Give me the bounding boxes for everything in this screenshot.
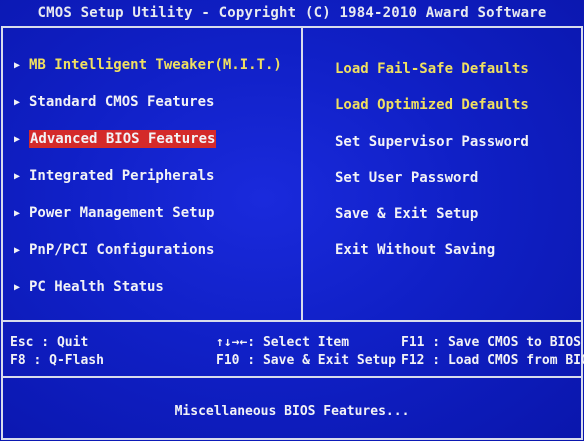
menu-bottom-divider xyxy=(1,320,583,322)
help-key-select: ↑↓→←: Select Item xyxy=(216,335,350,350)
bios-screen: CMOS Setup Utility - Copyright (C) 1984-… xyxy=(0,0,584,441)
menu-item-integrated-peripherals[interactable]: ▶ Integrated Peripherals xyxy=(14,166,216,186)
menu-item-label: Integrated Peripherals xyxy=(29,168,215,184)
menu-item-pc-health[interactable]: ▶ PC Health Status xyxy=(14,277,166,297)
menu-item-save-exit[interactable]: Save & Exit Setup xyxy=(335,204,478,224)
help-key-f10: F10 : Save & Exit Setup xyxy=(216,353,397,368)
arrow-right-icon: ▶ xyxy=(14,245,21,256)
help-key-f11: F11 : Save CMOS to BIOS xyxy=(401,335,582,350)
menu-item-advanced-bios[interactable]: ▶ Advanced BIOS Features xyxy=(14,129,218,149)
menu-item-label: PnP/PCI Configurations xyxy=(29,242,215,258)
status-description: Miscellaneous BIOS Features... xyxy=(174,404,410,419)
menu-item-label: MB Intelligent Tweaker(M.I.T.) xyxy=(29,57,282,73)
menu-item-set-supervisor-password[interactable]: Set Supervisor Password xyxy=(335,132,529,152)
menu-item-label: Power Management Setup xyxy=(29,205,215,221)
help-key-f8: F8 : Q-Flash xyxy=(10,353,104,368)
arrow-right-icon: ▶ xyxy=(14,171,21,182)
help-bottom-divider xyxy=(1,376,583,378)
menu-item-load-fail-safe[interactable]: Load Fail-Safe Defaults xyxy=(335,59,529,79)
menu-item-load-optimized[interactable]: Load Optimized Defaults xyxy=(335,95,529,115)
arrow-right-icon: ▶ xyxy=(14,134,21,145)
arrow-right-icon: ▶ xyxy=(14,97,21,108)
menu-item-set-user-password[interactable]: Set User Password xyxy=(335,168,478,188)
arrow-right-icon: ▶ xyxy=(14,60,21,71)
arrow-right-icon: ▶ xyxy=(14,208,21,219)
column-divider xyxy=(301,28,303,322)
menu-item-power-management[interactable]: ▶ Power Management Setup xyxy=(14,203,216,223)
arrow-right-icon: ▶ xyxy=(14,282,21,293)
menu-item-mit[interactable]: ▶ MB Intelligent Tweaker(M.I.T.) xyxy=(14,55,284,75)
menu-item-label: Advanced BIOS Features xyxy=(29,130,217,148)
help-key-f12: F12 : Load CMOS from BIOS xyxy=(401,353,584,368)
window-title: CMOS Setup Utility - Copyright (C) 1984-… xyxy=(37,5,547,21)
menu-item-exit-without-saving[interactable]: Exit Without Saving xyxy=(335,240,495,260)
menu-item-standard-cmos[interactable]: ▶ Standard CMOS Features xyxy=(14,92,216,112)
menu-item-pnp-pci[interactable]: ▶ PnP/PCI Configurations xyxy=(14,240,216,260)
menu-item-label: PC Health Status xyxy=(29,279,164,295)
menu-item-label: Standard CMOS Features xyxy=(29,94,215,110)
help-key-esc: Esc : Quit xyxy=(10,335,89,350)
